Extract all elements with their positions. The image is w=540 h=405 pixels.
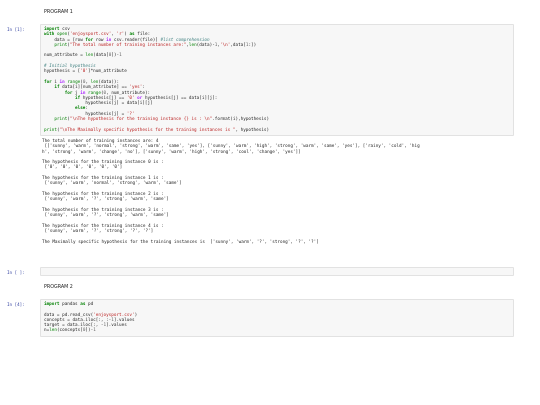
code-editor[interactable]: import csv with open('enjoysport.csv', 'r… xyxy=(44,27,510,133)
code-token: range xyxy=(88,90,101,96)
cell-input[interactable]: import csv with open('enjoysport.csv', 'r… xyxy=(40,24,514,136)
code-token: : xyxy=(85,106,88,112)
code-token: print xyxy=(44,127,57,133)
code-token: (data[ xyxy=(93,53,109,59)
code-token: , num_attribute): xyxy=(106,90,151,96)
code-token: ]*num_attribute xyxy=(87,69,127,75)
code-token: "The total number of training instances … xyxy=(69,42,187,48)
code-token: csv.reader(file)] xyxy=(111,37,161,43)
code-cell-1[interactable]: In [1]: import csv with open('enjoysport.… xyxy=(7,24,514,136)
code-cell-3[interactable]: In [4]: import pandas as pd data = pd.rea… xyxy=(7,299,514,337)
code-token: for xyxy=(85,37,94,43)
cell-input[interactable] xyxy=(40,267,514,276)
code-token: format(i),hypothesis) xyxy=(214,117,270,123)
code-token: ) xyxy=(134,312,138,318)
code-token: "\nThe hypothesis for the training insta… xyxy=(69,117,213,123)
code-token: data = pd.read_csv( xyxy=(44,312,94,318)
code-token: data[i][num_attribute] == xyxy=(59,85,130,91)
code-token: #list comprehension xyxy=(160,37,210,43)
cell-prompt: In [4]: xyxy=(7,302,25,307)
code-token: len xyxy=(188,42,197,48)
code-token: 'enjoysport.csv' xyxy=(69,32,112,38)
code-line: print("\nThe Maximally specific hypothes… xyxy=(44,128,510,133)
code-cell-empty[interactable]: In [ ]: xyxy=(7,267,514,276)
code-token: hypothesis = [ xyxy=(44,69,81,75)
code-token: open xyxy=(56,32,68,38)
cell-output: The total number of training instances a… xyxy=(42,139,420,245)
heading-program-2: PROGRAM 2 xyxy=(44,285,73,290)
code-token: 1 xyxy=(119,53,122,59)
code-line: n=len(concepts[0])-1 xyxy=(44,328,510,333)
code-token: pandas xyxy=(59,302,81,307)
code-token: else xyxy=(75,106,86,112)
code-token: ].values xyxy=(106,323,127,329)
code-token: len xyxy=(85,53,94,59)
code-token: row xyxy=(93,37,107,43)
cell-prompt: In [1]: xyxy=(7,27,25,32)
code-token: print xyxy=(54,42,68,48)
output-line: [['sunny', 'warm', 'normal', 'strong', '… xyxy=(42,144,420,150)
code-token: 'enjoysport.csv' xyxy=(93,312,135,318)
code-token: "\nThe Maximally specific hypothesis for… xyxy=(59,127,236,133)
code-token: : xyxy=(142,85,145,91)
code-token: data = [row xyxy=(44,37,86,43)
code-token: (concepts[ xyxy=(56,328,83,334)
output-line: The Maximally specific hypothesis for th… xyxy=(42,239,319,245)
code-token: ])- xyxy=(111,53,120,59)
code-token: '?' xyxy=(126,111,135,117)
code-token: '\n' xyxy=(219,42,231,48)
code-editor[interactable]: import pandas as pd data = pd.read_csv('e… xyxy=(44,302,510,334)
code-token: ,data[ xyxy=(230,42,246,48)
code-token: '0' xyxy=(80,69,88,75)
cell-prompt: In [ ]: xyxy=(7,270,25,275)
code-token: num_attribute = xyxy=(44,53,86,59)
code-token: pd xyxy=(85,302,94,307)
code-token: , hypothesis) xyxy=(235,127,270,133)
code-token: hypothesis[j] = xyxy=(44,111,127,117)
heading-program-1: PROGRAM 1 xyxy=(44,10,73,15)
code-token: 'yes' xyxy=(129,85,143,91)
code-token: len xyxy=(49,328,57,334)
code-token: import xyxy=(44,302,60,307)
code-token: 1 xyxy=(93,328,96,334)
code-editor[interactable] xyxy=(44,270,510,275)
code-token: :]) xyxy=(248,42,257,48)
code-token: hypothesis[j] == data[i][j]: xyxy=(142,95,218,101)
code-token: print xyxy=(54,117,68,123)
code-token: (data)- xyxy=(196,42,215,48)
code-token: file: xyxy=(134,32,151,38)
cell-input[interactable]: import pandas as pd data = pd.read_csv('e… xyxy=(40,299,514,337)
code-token: with xyxy=(44,32,55,38)
